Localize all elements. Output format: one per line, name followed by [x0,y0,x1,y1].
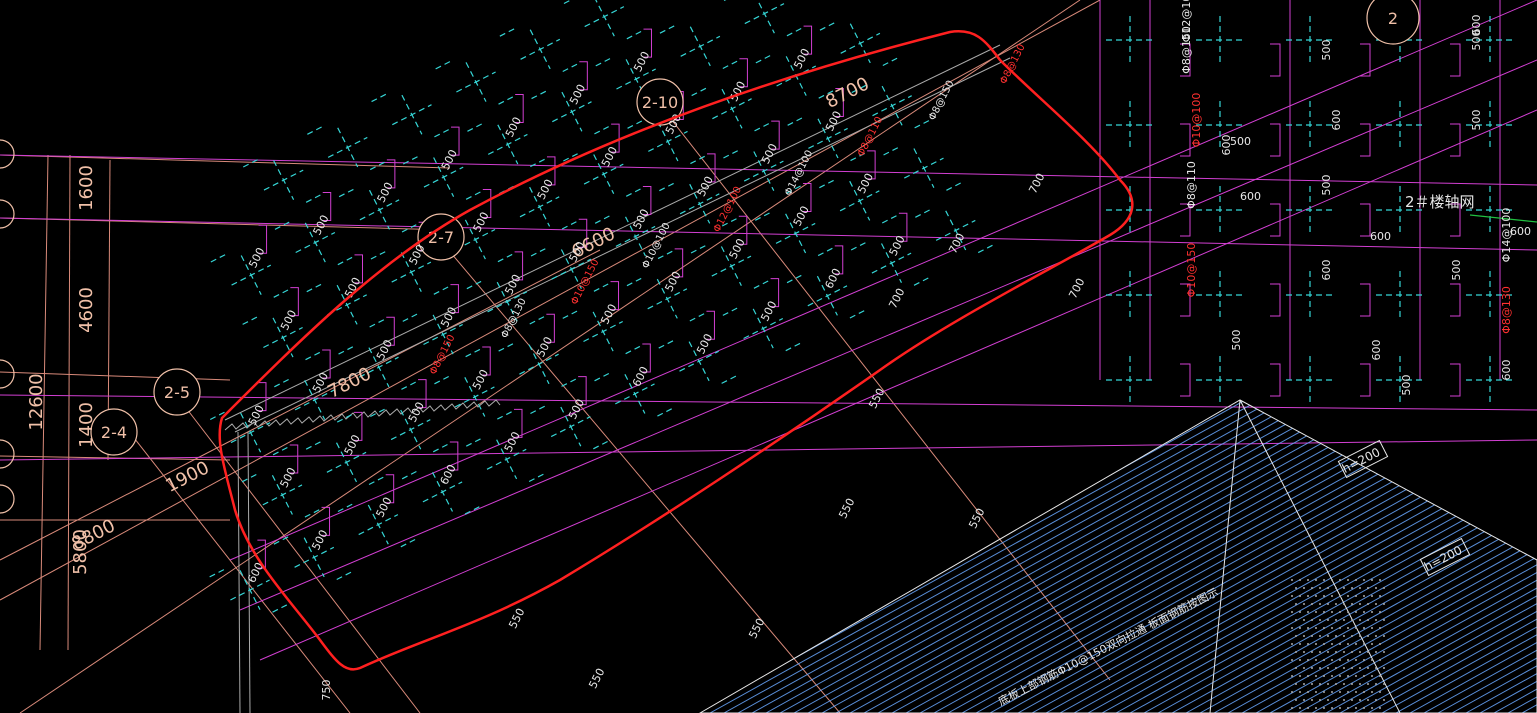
bubble-label: 2-5 [164,383,190,402]
dimension-label: 500 [1230,135,1251,148]
dimension-label: 500 [1470,30,1483,51]
dimension-label: 600 [1320,260,1333,281]
dimension-label: 600 [1240,190,1261,203]
bubble-label: 2 [1388,9,1398,28]
dim-4600: 4600 [76,287,97,333]
dimension-label: 500 [1320,40,1333,61]
bubble-label: 2-10 [642,93,678,112]
bubble-label: 2-4 [101,423,127,442]
dimension-label: 500 [1320,175,1333,196]
axis-bubble: 2-4 [90,408,138,456]
dimension-label: 600 [1370,230,1391,243]
dim-12600: 12600 [26,373,47,430]
dim-1600: 1600 [76,165,97,211]
dim-1400: 1400 [76,402,97,448]
dim-750: 750 [320,680,333,701]
cad-drawing-canvas: 2-10 2-7 2-5 2-4 2 8700 6600 7800 1900 1… [0,0,1537,713]
background [0,0,1537,713]
rebar-label: Φ8@130 [1500,286,1513,334]
dimension-label: 600 [1330,110,1343,131]
dimension-label: 600 [1500,360,1513,381]
dimension-label: 600 [1370,340,1383,361]
dimension-label: 500 [1400,375,1413,396]
rebar-label: Φ10@100 [1190,93,1203,148]
rebar-label: Φ12@100 [1180,0,1193,42]
rebar-label: Φ8@110 [1185,161,1198,209]
dimension-label: 500 [1470,110,1483,131]
building-axis-label: 2＃楼轴网 [1405,193,1475,211]
dimension-label: 500 [1450,260,1463,281]
rebar-label: Φ10@150 [1185,243,1198,298]
dimension-label: 600 [1510,225,1531,238]
axis-bubble: 2-5 [153,368,201,416]
dimension-label: 500 [1230,330,1243,351]
bubble-label: 2-7 [428,228,454,247]
